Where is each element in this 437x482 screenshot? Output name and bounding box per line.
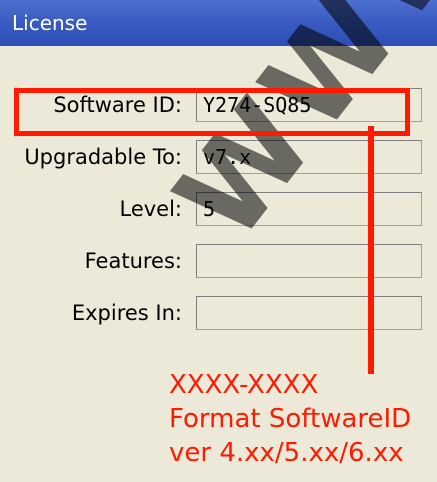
window-title-bar: License <box>0 0 437 46</box>
features-field[interactable] <box>196 244 422 278</box>
window-title: License <box>12 11 88 35</box>
software-id-field[interactable]: Y274-SQ85 <box>196 88 422 122</box>
upgradable-to-field[interactable]: v7.x <box>196 140 422 174</box>
expires-in-field[interactable] <box>196 296 422 330</box>
features-label: Features: <box>84 249 182 273</box>
expires-in-label: Expires In: <box>71 301 182 325</box>
upgradable-to-label: Upgradable To: <box>24 145 182 169</box>
software-id-label: Software ID: <box>53 93 182 117</box>
annotation-version-range: ver 4.xx/5.xx/6.xx <box>169 438 404 468</box>
level-label: Level: <box>119 197 182 221</box>
annotation-format-title: Format SoftwareID <box>169 404 412 434</box>
annotation-format-example: XXXX-XXXX <box>169 370 319 400</box>
level-field[interactable]: 5 <box>196 192 422 226</box>
